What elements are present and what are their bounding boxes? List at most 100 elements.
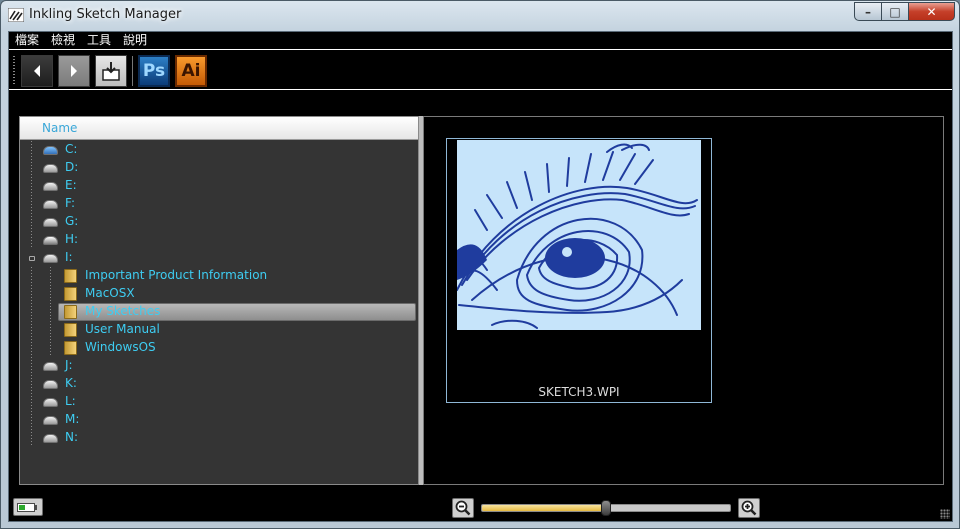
tree-drive-item[interactable]: G: [20,213,418,231]
tree-connector-line [31,141,32,159]
zoom-slider-thumb[interactable] [601,500,611,516]
app-window: Inkling Sketch Manager – □ ✕ 檔案 檢視 工具 說明 [0,0,960,529]
tree-connector-line [31,339,32,357]
zoom-out-icon [455,500,471,516]
tree-connector-line [31,303,32,321]
tree-item-label: J: [65,358,73,372]
menu-tools[interactable]: 工具 [81,32,117,49]
tree-connector-line [31,411,32,429]
tree-item-label: C: [65,142,78,156]
collapse-toggle-icon[interactable] [29,256,35,261]
back-button[interactable] [21,55,53,87]
tree-connector-line [31,267,32,285]
tree-connector-line [31,357,32,375]
title-bar[interactable]: Inkling Sketch Manager – □ ✕ [1,1,959,29]
resize-grip[interactable] [940,509,950,519]
preview-panel: SKETCH3.WPI [423,116,944,485]
tree-connector-line [31,321,32,339]
illustrator-logo: Ai [181,61,201,81]
tree-connector-line [31,429,32,447]
menu-view[interactable]: 檢視 [45,32,81,49]
tree-connector-line [50,321,51,339]
menu-help[interactable]: 說明 [117,32,153,49]
tree-drive-item[interactable]: H: [20,231,418,249]
tree-folder-item[interactable]: WindowsOS [20,339,418,357]
zoom-in-button[interactable] [738,498,760,518]
tree-item-label: F: [65,196,76,210]
removable-drive-icon [43,416,58,425]
status-bar [9,490,952,521]
drive-icon [43,182,58,191]
tree-drive-item[interactable]: J: [20,357,418,375]
tree-drive-item[interactable]: C: [20,141,418,159]
client-area: 檔案 檢視 工具 說明 Ps Ai Name C: D: E: F: G: H:… [8,31,953,522]
removable-drive-icon [43,398,58,407]
tree-drive-item[interactable]: M: [20,411,418,429]
tree-connector-line [31,213,32,231]
menu-file[interactable]: 檔案 [9,32,45,49]
tree-folder-item[interactable]: My Sketches [20,303,418,321]
folder-icon [64,323,77,337]
removable-drive-icon [43,434,58,443]
removable-drive-icon [43,254,58,263]
tree-folder-item[interactable]: User Manual [20,321,418,339]
tree-item-label: N: [65,430,79,444]
toolbar-grip[interactable] [13,56,15,86]
tree-drive-item[interactable]: N: [20,429,418,447]
battery-icon [13,498,43,516]
tree-folder-item[interactable]: MacOSX [20,285,418,303]
illustrator-button[interactable]: Ai [175,55,207,87]
folder-tree-panel: Name C: D: E: F: G: H: I: Important Product Inf… [19,116,419,485]
tree-drive-item[interactable]: L: [20,393,418,411]
tree-connector-line [31,195,32,213]
tree-item-label: WindowsOS [85,340,156,354]
export-tray-icon [102,62,120,81]
folder-icon [64,269,77,283]
drive-icon [43,218,58,227]
column-name-label: Name [42,121,78,135]
toolbar-separator [132,56,133,86]
tree-item-label: M: [65,412,80,426]
tree-folder-item[interactable]: Important Product Information [20,267,418,285]
tree-connector-line [31,177,32,195]
zoom-out-button[interactable] [452,498,474,518]
tree-column-header[interactable]: Name [20,117,418,140]
eye-sketch-thumbnail [457,143,698,329]
tree-connector-line [31,159,32,177]
tree-connector-line [50,339,51,357]
tree-item-label: E: [65,178,77,192]
tree-item-label: G: [65,214,79,228]
close-button[interactable]: ✕ [908,2,955,21]
tree-drive-item[interactable]: E: [20,177,418,195]
tree-item-label: D: [65,160,79,174]
tree-item-label: User Manual [85,322,160,336]
minimize-button[interactable]: – [854,2,881,21]
tree-connector-line [31,231,32,249]
tree-connector-line [50,303,51,321]
tree-item-label: L: [65,394,76,408]
window-title: Inkling Sketch Manager [29,7,182,22]
folder-icon [64,305,77,319]
tree-drive-item[interactable]: K: [20,375,418,393]
sketch-thumbnail-card[interactable]: SKETCH3.WPI [446,138,712,403]
zoom-slider[interactable] [481,500,731,516]
export-button[interactable] [95,55,127,87]
forward-button[interactable] [58,55,90,87]
sketch-thumbnail-image [457,140,701,330]
tree-connector-line [31,375,32,393]
tree-connector-line [31,393,32,411]
tree-drive-item[interactable]: D: [20,159,418,177]
tree-drive-item[interactable]: I: [20,249,418,267]
photoshop-button[interactable]: Ps [138,55,170,87]
photoshop-logo: Ps [142,61,166,81]
tree-item-label: Important Product Information [85,268,268,282]
drive-icon [43,164,58,173]
menu-bar: 檔案 檢視 工具 說明 [9,32,952,50]
tree-drive-item[interactable]: F: [20,195,418,213]
arrow-right-icon [71,65,77,77]
tree-item-label: K: [65,376,77,390]
network-drive-icon [43,236,58,245]
folder-icon [64,341,77,355]
tree-connector-line [50,267,51,285]
maximize-button[interactable]: □ [881,2,908,21]
